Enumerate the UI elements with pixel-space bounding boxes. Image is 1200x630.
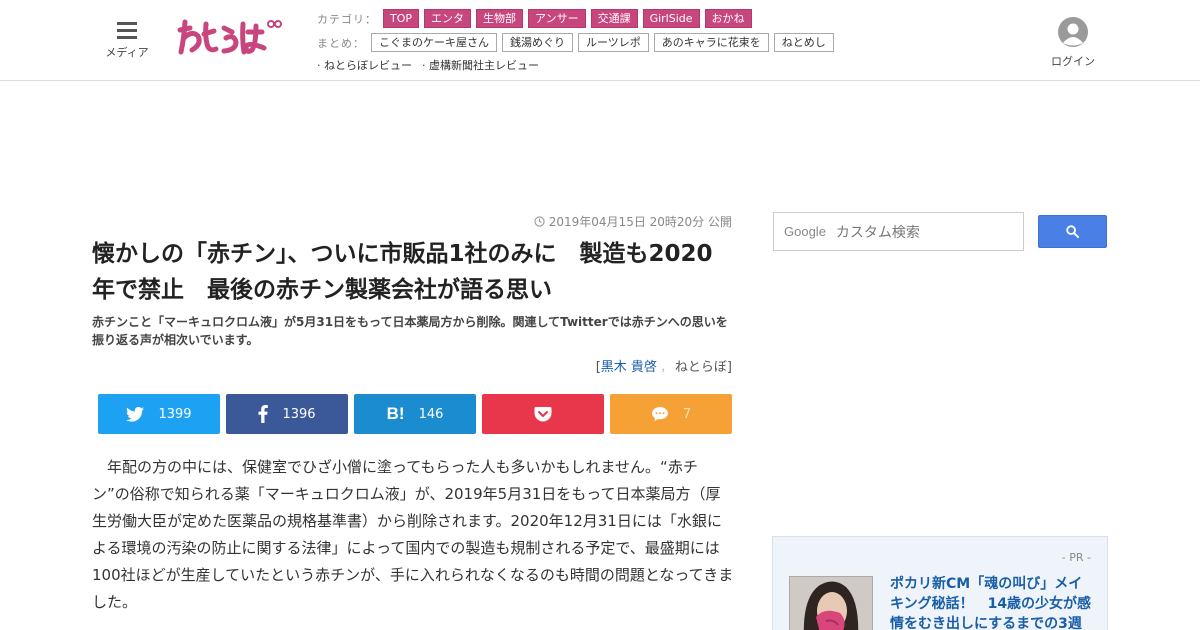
search-button[interactable]	[1038, 215, 1107, 248]
pr-thumbnail-image	[790, 577, 872, 630]
comment-count: 7	[682, 406, 692, 422]
user-avatar-icon	[1058, 17, 1088, 47]
pr-article-link[interactable]: ポカリ新CM「魂の叫び」メイキング秘話！ 14歳の少女が感情をむき出しにするまで…	[890, 574, 1095, 630]
hatena-bookmark-icon: B!	[386, 404, 405, 423]
pr-thumbnail[interactable]	[789, 576, 873, 630]
summary-tag-roots[interactable]: ルーツレポ	[578, 33, 649, 52]
author-link[interactable]: 黒木 貴啓	[601, 360, 657, 375]
search-icon	[1066, 225, 1079, 238]
publish-date-text: 2019年04月15日 20時20分 公開	[548, 215, 732, 229]
hatena-count: 146	[418, 406, 444, 422]
summary-tag-netomeshi[interactable]: ねとめし	[773, 33, 834, 52]
facebook-icon	[258, 405, 269, 423]
pr-label: - PR -	[1061, 551, 1091, 564]
login-button[interactable]: ログイン	[1050, 17, 1096, 69]
pr-box: - PR - ポカリ新CM「魂の叫び」メイキング秘話！ 14歳の少女が感情をむき…	[772, 536, 1108, 630]
category-tag-okane[interactable]: おかね	[704, 9, 752, 28]
review-link-netorabo[interactable]: · ねとらぼレビュー	[317, 57, 412, 73]
summary-tag-koguma[interactable]: こぐまのケーキ屋さん	[371, 33, 497, 52]
twitter-count: 1399	[158, 406, 192, 422]
pocket-button[interactable]	[482, 394, 604, 434]
summary-tag-sento[interactable]: 銭湯めぐり	[502, 33, 573, 52]
summary-nav-label: まとめ：	[317, 36, 365, 50]
share-bar: 1399 1396 B! 146 7	[98, 394, 738, 434]
facebook-count: 1396	[282, 406, 316, 422]
login-label: ログイン	[1051, 55, 1095, 68]
search-input[interactable]: Google カスタム検索	[773, 212, 1024, 251]
publisher-name: ねとらぼ	[674, 360, 727, 375]
category-tag-seibutsubu[interactable]: 生物部	[476, 9, 524, 28]
site-logo[interactable]	[176, 16, 288, 62]
pocket-icon	[534, 407, 552, 422]
search-placeholder: カスタム検索	[835, 224, 920, 241]
summary-tag-hanataba[interactable]: あのキャラに花束を	[653, 33, 769, 52]
media-menu-label: メディア	[105, 46, 149, 59]
summary-nav: まとめ： こぐまのケーキ屋さん 銭湯めぐり ルーツレポ あのキャラに花束を ねと…	[317, 33, 839, 52]
twitter-icon	[126, 406, 145, 422]
category-tag-answer[interactable]: アンサー	[528, 9, 586, 28]
category-tag-kotsuka[interactable]: 交通課	[590, 9, 638, 28]
comment-icon	[651, 407, 668, 421]
review-link-kyoko[interactable]: · 虚構新聞社主レビュー	[422, 57, 539, 73]
category-tag-top[interactable]: TOP	[383, 9, 420, 28]
article-body-paragraph: 年配の方の中には、保健室でひざ小僧に塗ってもらった人も多いかもしれません。“赤チ…	[92, 458, 734, 611]
hamburger-icon	[117, 20, 137, 39]
category-tag-girlside[interactable]: GirlSide	[642, 9, 700, 28]
review-nav: · ねとらぼレビュー · 虚構新聞社主レビュー	[317, 57, 549, 73]
site-header: メディア カテゴリ： TOP エンタ 生物部 アンサー 交通課 GirlSide…	[0, 0, 1200, 81]
byline-separator: ，	[660, 363, 671, 374]
byline-close-bracket: ]	[726, 360, 732, 375]
hatena-bookmark-button[interactable]: B! 146	[354, 394, 476, 434]
comment-button[interactable]: 7	[610, 394, 732, 434]
category-nav: カテゴリ： TOP エンタ 生物部 アンサー 交通課 GirlSide おかね	[317, 9, 757, 28]
article-subtitle: 赤チンこと「マーキュロクロム液」が5月31日をもって日本薬局方から削除。関連して…	[92, 315, 728, 347]
media-menu-button[interactable]: メディア	[103, 20, 151, 60]
facebook-share-button[interactable]: 1396	[226, 394, 348, 434]
article-title: 懐かしの「赤チン」、ついに市販品1社のみに 製造も2020年で禁止 最後の赤チン…	[92, 241, 713, 303]
category-nav-label: カテゴリ：	[317, 12, 377, 26]
google-brand-label: Google	[784, 224, 826, 239]
publish-date: 2019年04月15日 20時20分 公開	[534, 213, 732, 230]
clock-icon	[534, 216, 545, 227]
category-tag-enta[interactable]: エンタ	[424, 9, 472, 28]
byline: [黒木 貴啓，ねとらぼ]	[596, 356, 732, 375]
twitter-share-button[interactable]: 1399	[98, 394, 220, 434]
